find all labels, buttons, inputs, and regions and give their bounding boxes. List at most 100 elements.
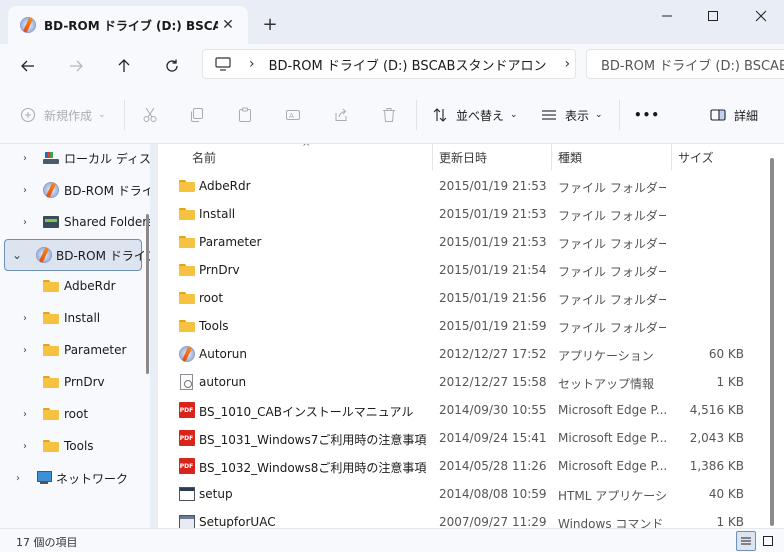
file-list: ^ 名前 更新日時 種類 サイズ AdbeRdr 2015/01/19 21:5…	[158, 144, 784, 528]
paste-button[interactable]	[237, 99, 253, 131]
expand-chevron-icon[interactable]: ›	[19, 153, 31, 164]
refresh-button[interactable]	[156, 50, 188, 82]
column-divider[interactable]	[671, 144, 672, 170]
sort-button[interactable]: 並べ替え ⌄	[432, 99, 518, 131]
sidebar-item-bd-rom-selected[interactable]: ⌄ BD-ROM ドライブ	[4, 239, 150, 271]
navigation-bar: › BD-ROM ドライブ (D:) BSCABスタンドアロン › BD-ROM…	[0, 44, 784, 86]
bd-rom-icon	[20, 17, 36, 33]
tiles-view-button[interactable]	[758, 531, 778, 551]
plus-circle-icon	[20, 107, 36, 123]
sidebar-item-label: Install	[64, 311, 101, 325]
file-date: 2015/01/19 21:56	[439, 291, 547, 305]
trash-icon	[383, 108, 395, 122]
sidebar-item-adberdr[interactable]: AdbeRdr	[0, 270, 150, 302]
chevron-right-icon: ›	[249, 56, 255, 72]
file-date: 2012/12/27 17:52	[439, 347, 547, 361]
details-pane-button[interactable]: 詳細	[710, 99, 758, 131]
column-divider[interactable]	[551, 144, 552, 170]
details-view-icon	[741, 537, 751, 545]
sidebar-item-bd-rom[interactable]: › BD-ROM ドライブ	[0, 174, 150, 206]
expand-chevron-icon[interactable]: ›	[19, 313, 31, 324]
rename-button[interactable]: A	[285, 99, 301, 131]
file-date: 2015/01/19 21:54	[439, 263, 547, 277]
file-type: Microsoft Edge P...	[558, 431, 666, 445]
column-header-type[interactable]: 種類	[558, 149, 582, 166]
sidebar-item-network[interactable]: › ネットワーク	[0, 462, 150, 494]
file-row[interactable]: AdbeRdr 2015/01/19 21:53 ファイル フォルダー	[158, 172, 768, 200]
details-view-button[interactable]	[736, 531, 756, 551]
file-date: 2015/01/19 21:59	[439, 319, 547, 333]
file-row[interactable]: Parameter 2015/01/19 21:53 ファイル フォルダー	[158, 228, 768, 256]
file-row[interactable]: PrnDrv 2015/01/19 21:54 ファイル フォルダー	[158, 256, 768, 284]
file-type: Microsoft Edge P...	[558, 403, 666, 417]
sidebar-item-label: Parameter	[64, 343, 127, 357]
chevron-right-icon[interactable]: ›	[564, 56, 570, 72]
back-button[interactable]	[12, 50, 44, 82]
file-row[interactable]: Tools 2015/01/19 21:59 ファイル フォルダー	[158, 312, 768, 340]
address-bar[interactable]: › BD-ROM ドライブ (D:) BSCABスタンドアロン ›	[202, 49, 576, 79]
forward-button[interactable]	[60, 50, 92, 82]
expand-chevron-icon[interactable]: ›	[19, 441, 31, 452]
column-divider[interactable]	[432, 144, 433, 170]
expand-chevron-icon[interactable]: ›	[19, 185, 31, 196]
sidebar-item-tools[interactable]: › Tools	[0, 430, 150, 462]
scissors-icon	[143, 107, 157, 122]
file-row[interactable]: autorun 2012/12/27 15:58 セットアップ情報 1 KB	[158, 368, 768, 396]
file-row[interactable]: SetupforUAC 2007/09/27 11:29 Windows コマン…	[158, 508, 768, 528]
collapse-chevron-icon[interactable]: ⌄	[11, 248, 23, 262]
new-tab-button[interactable]: +	[258, 12, 282, 36]
file-row[interactable]: root 2015/01/19 21:56 ファイル フォルダー	[158, 284, 768, 312]
navigation-scrollbar[interactable]	[146, 214, 149, 374]
file-row[interactable]: PDF BS_1031_Windows7ご利用時の注意事項 2014/09/24…	[158, 424, 768, 452]
copy-icon	[191, 108, 203, 122]
sidebar-item-shared-folders[interactable]: › Shared Folders	[0, 206, 150, 238]
expand-chevron-icon[interactable]: ›	[19, 217, 31, 228]
new-button[interactable]: 新規作成 ⌄	[20, 99, 106, 131]
sidebar-item-install[interactable]: › Install	[0, 302, 150, 334]
sidebar-item-parameter[interactable]: › Parameter	[0, 334, 150, 366]
share-button[interactable]	[333, 99, 349, 131]
expand-chevron-icon[interactable]: ›	[12, 473, 24, 484]
file-list-scrollbar[interactable]	[770, 158, 774, 526]
file-row[interactable]: PDF BS_1032_Windows8ご利用時の注意事項 2014/05/28…	[158, 452, 768, 480]
file-row[interactable]: setup 2014/08/08 10:59 HTML アプリケーション 40 …	[158, 480, 768, 508]
folder-icon	[178, 292, 195, 304]
file-row[interactable]: PDF BS_1010_CABインストールマニュアル 2014/09/30 10…	[158, 396, 768, 424]
search-input[interactable]: BD-ROM ドライブ (D:) BSCABスタン	[586, 49, 784, 79]
file-row[interactable]: Autorun 2012/12/27 17:52 アプリケーション 60 KB	[158, 340, 768, 368]
file-size: 60 KB	[708, 347, 744, 361]
file-size: 40 KB	[708, 487, 744, 501]
file-row[interactable]: Install 2015/01/19 21:53 ファイル フォルダー	[158, 200, 768, 228]
file-date: 2015/01/19 21:53	[439, 235, 547, 249]
up-button[interactable]	[108, 50, 140, 82]
sidebar-item-label: Tools	[64, 439, 94, 453]
file-type: HTML アプリケーション	[558, 489, 666, 503]
file-type: ファイル フォルダー	[558, 209, 666, 223]
folder-icon	[178, 320, 195, 332]
cut-button[interactable]	[142, 99, 158, 131]
minimize-button[interactable]	[644, 0, 690, 32]
copy-button[interactable]	[189, 99, 205, 131]
expand-chevron-icon[interactable]: ›	[19, 345, 31, 356]
view-button[interactable]: 表示 ⌄	[541, 99, 603, 131]
sidebar-item-root[interactable]: › root	[0, 398, 150, 430]
sort-icon	[433, 108, 447, 122]
delete-button[interactable]	[381, 99, 397, 131]
sidebar-item-label: BD-ROM ドライブ	[64, 183, 150, 198]
tab-bd-rom[interactable]: BD-ROM ドライブ (D:) BSCABスタ ✕	[8, 6, 248, 44]
column-header-date[interactable]: 更新日時	[439, 149, 487, 166]
column-header-name[interactable]: 名前	[192, 149, 216, 166]
column-header-size[interactable]: サイズ	[678, 149, 714, 166]
sort-button-label: 並べ替え	[456, 108, 505, 123]
sidebar-item-prndrv[interactable]: PrnDrv	[0, 366, 150, 398]
shared-folder-icon	[43, 216, 59, 228]
close-tab-icon[interactable]: ✕	[218, 15, 238, 35]
maximize-button[interactable]	[690, 0, 736, 32]
close-window-button[interactable]	[738, 0, 784, 32]
more-options-button[interactable]: •••	[634, 99, 660, 131]
file-type: セットアップ情報	[558, 377, 655, 391]
sidebar-item-label: PrnDrv	[64, 375, 105, 389]
expand-chevron-icon[interactable]: ›	[19, 409, 31, 420]
file-name: BS_1032_Windows8ご利用時の注意事項	[199, 461, 427, 475]
sidebar-item-local-disk[interactable]: › ローカル ディスク	[0, 144, 150, 174]
